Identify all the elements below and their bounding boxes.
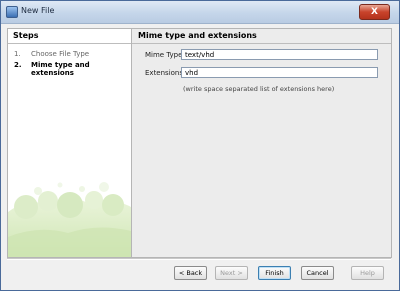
step-label: Mime type and extensions [31,61,90,77]
extensions-hint: (write space separated list of extension… [183,85,335,93]
step-number: 1. [14,50,21,58]
cancel-button[interactable]: Cancel [301,266,334,280]
finish-button[interactable]: Finish [258,266,291,280]
close-button[interactable]: X [359,4,390,20]
back-button[interactable]: < Back [174,266,207,280]
extensions-field[interactable] [181,67,378,78]
step-number: 2. [14,61,22,69]
decorative-bubbles-graphic [8,182,131,257]
step-label: Choose File Type [31,50,90,58]
title-bar[interactable]: New File X [1,1,399,24]
window-title: New File [21,6,55,15]
mime-type-label: Mime Type: [145,51,185,59]
help-button[interactable]: Help [351,266,384,280]
next-button[interactable]: Next > [215,266,248,280]
mime-type-field[interactable] [181,49,378,60]
content-panel: Mime type and extensions Mime Type: Exte… [132,28,392,258]
new-file-dialog: New File X Steps 1. Choose File Type 2. … [0,0,400,291]
app-icon [6,6,18,18]
button-bar-separator [7,258,391,260]
content-heading: Mime type and extensions [132,29,391,44]
extensions-label: Extensions: [145,69,186,77]
steps-panel: Steps 1. Choose File Type 2. Mime type a… [7,28,132,258]
steps-heading: Steps [8,29,131,44]
